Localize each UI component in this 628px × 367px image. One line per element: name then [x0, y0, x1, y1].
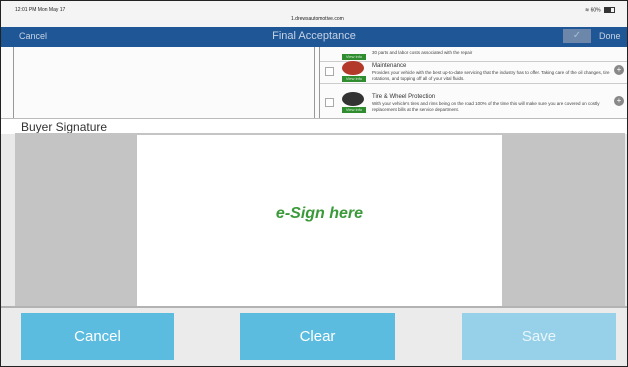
status-bar: 12:01 PM Mon May 17 1.drewsautomotive.co…	[1, 1, 627, 27]
plus-icon[interactable]: +	[614, 96, 624, 106]
view-info-button[interactable]: View info	[342, 76, 366, 82]
tire-icon	[342, 92, 364, 106]
app-frame: 12:01 PM Mon May 17 1.drewsautomotive.co…	[0, 0, 628, 367]
status-time: 12:01 PM Mon May 17	[15, 7, 66, 13]
background-left-panel	[13, 47, 315, 118]
background-content: View info 30 parts and labor costs assoc…	[1, 47, 627, 119]
cancel-button[interactable]: Cancel	[21, 313, 174, 360]
view-info-button[interactable]: View info	[342, 107, 366, 113]
list-item[interactable]: View info Maintenance Provides your vehi…	[320, 61, 627, 84]
signature-header: Buyer Signature	[1, 118, 627, 134]
list-item-desc: With your vehicle's tires and rims being…	[372, 101, 600, 112]
plus-icon[interactable]: +	[614, 65, 624, 75]
battery-icon	[604, 7, 615, 13]
signature-pad[interactable]: e-Sign here	[137, 135, 502, 306]
list-item-title: Maintenance	[372, 63, 407, 69]
item-checkbox[interactable]	[325, 98, 334, 107]
esign-hint: e-Sign here	[275, 205, 364, 222]
list-item-desc: Provides your vehicle with the best up-t…	[372, 70, 610, 81]
product-list: View info 30 parts and labor costs assoc…	[319, 47, 627, 119]
status-right: ≋ 60%	[585, 7, 615, 13]
maintenance-icon	[342, 61, 364, 75]
view-info-button[interactable]: View info	[342, 54, 366, 60]
signature-label: Buyer Signature	[21, 120, 108, 134]
clear-button[interactable]: Clear	[240, 313, 395, 360]
list-item[interactable]: View info Tire & Wheel Protection With y…	[320, 92, 627, 119]
button-row: Cancel Clear Save	[1, 308, 627, 366]
list-item-desc: 30 parts and labor costs associated with…	[372, 50, 473, 55]
list-item[interactable]: View info 30 parts and labor costs assoc…	[320, 39, 627, 62]
wifi-icon: ≋	[585, 7, 590, 14]
item-checkbox[interactable]	[325, 67, 334, 76]
save-button[interactable]: Save	[462, 313, 616, 360]
url-text: 1.drewsautomotive.com	[291, 16, 344, 22]
list-item-title: Tire & Wheel Protection	[372, 94, 436, 100]
battery-percent: 60%	[590, 7, 601, 14]
